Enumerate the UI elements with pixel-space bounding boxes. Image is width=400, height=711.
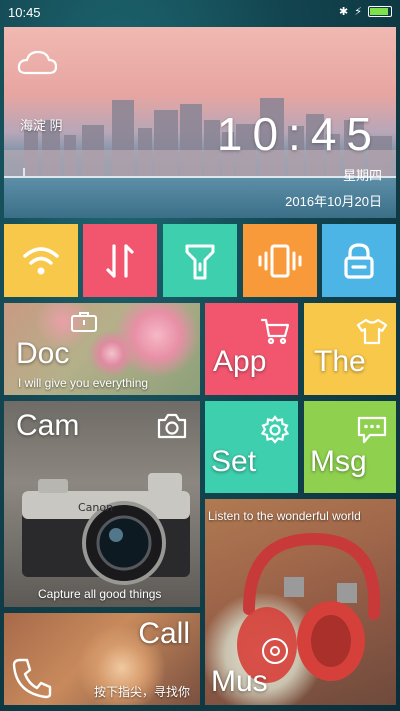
call-label: Call <box>138 617 190 650</box>
flashlight-toggle[interactable] <box>163 224 237 297</box>
music-subtitle: Listen to the wonderful world <box>208 509 361 523</box>
data-arrows-icon <box>106 243 134 278</box>
call-tile[interactable]: Call 按下指尖，寻找你 <box>4 613 200 705</box>
vintage-camera-illustration: Canon <box>22 473 190 585</box>
gear-icon <box>260 415 290 444</box>
mobile-data-toggle[interactable] <box>83 224 157 297</box>
charging-icon: ⚡ <box>354 6 362 18</box>
settings-label: Set <box>211 445 257 478</box>
app-store-tile[interactable]: App <box>205 303 298 395</box>
doc-tile[interactable]: Doc I will give you everything <box>4 303 200 395</box>
phone-handset-icon <box>12 658 52 699</box>
messages-tile[interactable]: Msg <box>304 401 396 493</box>
chat-bubble-icon <box>357 416 387 444</box>
status-bar: 10:45 ✱ ⚡ <box>0 0 400 24</box>
music-tile[interactable]: Listen to the wonderful world Mus <box>205 499 396 705</box>
clock-display: 10:45 <box>216 108 382 160</box>
theme-label: The <box>314 345 366 378</box>
settings-tile[interactable]: Set <box>205 401 298 493</box>
vibrate-icon <box>258 244 302 277</box>
camera-subtitle: Capture all good things <box>38 587 162 601</box>
weather-clock-widget[interactable]: 海淀 阴 10:45 星期四 2016年10月20日 <box>4 27 396 218</box>
battery-icon <box>368 6 392 17</box>
status-icons: ✱ ⚡ <box>339 5 392 18</box>
cloudy-weather-icon <box>17 50 58 75</box>
headphones-illustration <box>237 532 381 683</box>
lock-icon <box>344 242 374 279</box>
svg-text:Canon: Canon <box>78 501 113 514</box>
briefcase-icon <box>71 312 97 332</box>
lock-toggle[interactable] <box>322 224 396 297</box>
doc-subtitle: I will give you everything <box>18 376 149 390</box>
music-label: Mus <box>211 665 268 698</box>
tshirt-icon <box>356 318 388 345</box>
location-weather-label: 海淀 阴 <box>20 118 63 133</box>
wifi-icon <box>23 246 59 274</box>
wifi-toggle[interactable] <box>4 224 78 297</box>
theme-tile[interactable]: The <box>304 303 396 395</box>
bluetooth-icon: ✱ <box>339 6 349 18</box>
camera-label: Cam <box>16 409 80 442</box>
camera-tile[interactable]: Canon Cam Capture all good things <box>4 401 200 607</box>
date-label: 2016年10月20日 <box>285 194 382 209</box>
vibrate-toggle[interactable] <box>243 224 317 297</box>
app-label: App <box>213 345 267 378</box>
status-time: 10:45 <box>8 5 41 20</box>
flashlight-icon <box>185 244 215 279</box>
doc-label: Doc <box>16 337 70 370</box>
shopping-cart-icon <box>260 318 290 345</box>
camera-icon <box>157 413 187 439</box>
disc-icon <box>262 638 288 664</box>
messages-label: Msg <box>310 445 367 478</box>
weekday-label: 星期四 <box>342 168 382 183</box>
call-subtitle: 按下指尖，寻找你 <box>93 685 190 699</box>
